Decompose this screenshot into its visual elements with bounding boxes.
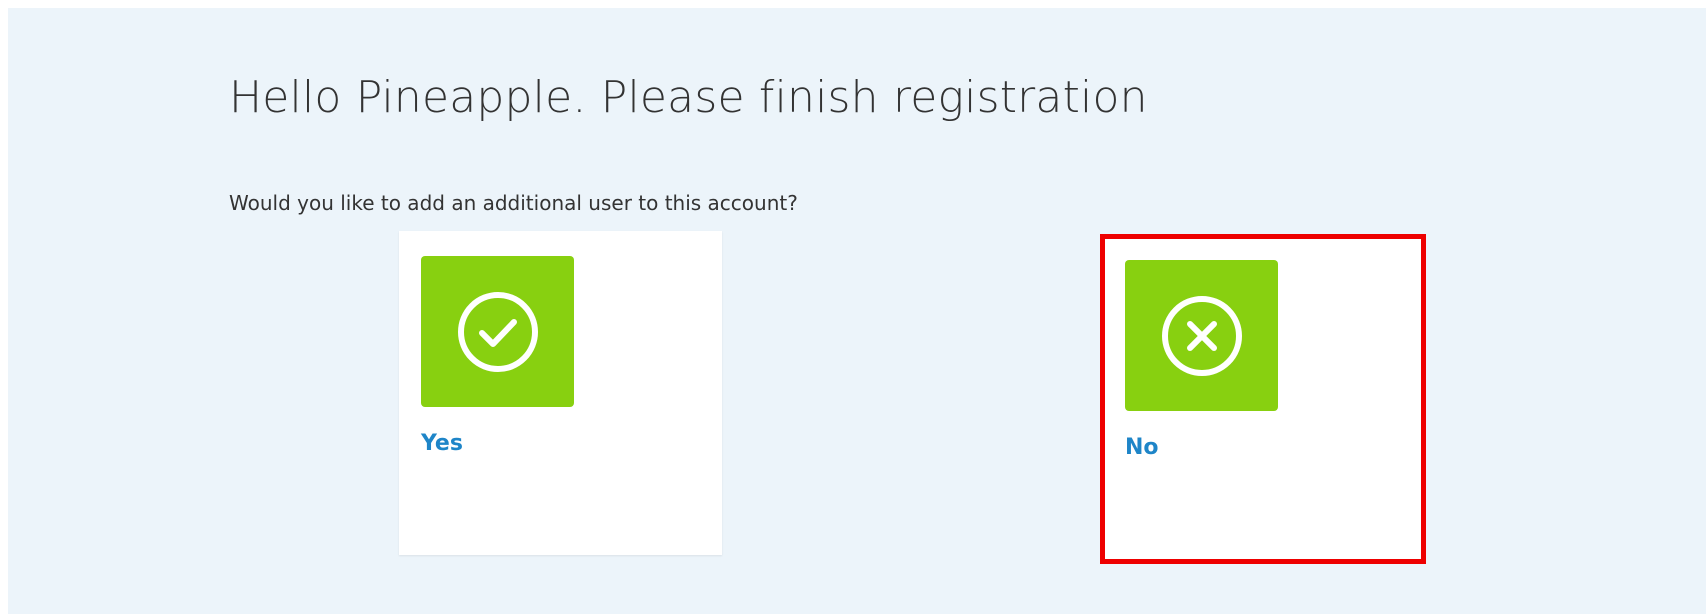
x-circle-icon: [1161, 295, 1242, 376]
no-option-card[interactable]: No: [1100, 234, 1426, 564]
no-option-label: No: [1125, 435, 1159, 460]
yes-option-card[interactable]: Yes: [399, 231, 722, 555]
registration-panel: Hello Pineapple. Please finish registrat…: [8, 8, 1706, 614]
check-circle-icon: [457, 291, 538, 372]
page-title: Hello Pineapple. Please finish registrat…: [229, 72, 1148, 123]
no-icon-tile: [1125, 260, 1278, 411]
additional-user-question: Would you like to add an additional user…: [229, 191, 798, 215]
yes-icon-tile: [421, 256, 574, 407]
yes-option-label: Yes: [421, 431, 463, 456]
